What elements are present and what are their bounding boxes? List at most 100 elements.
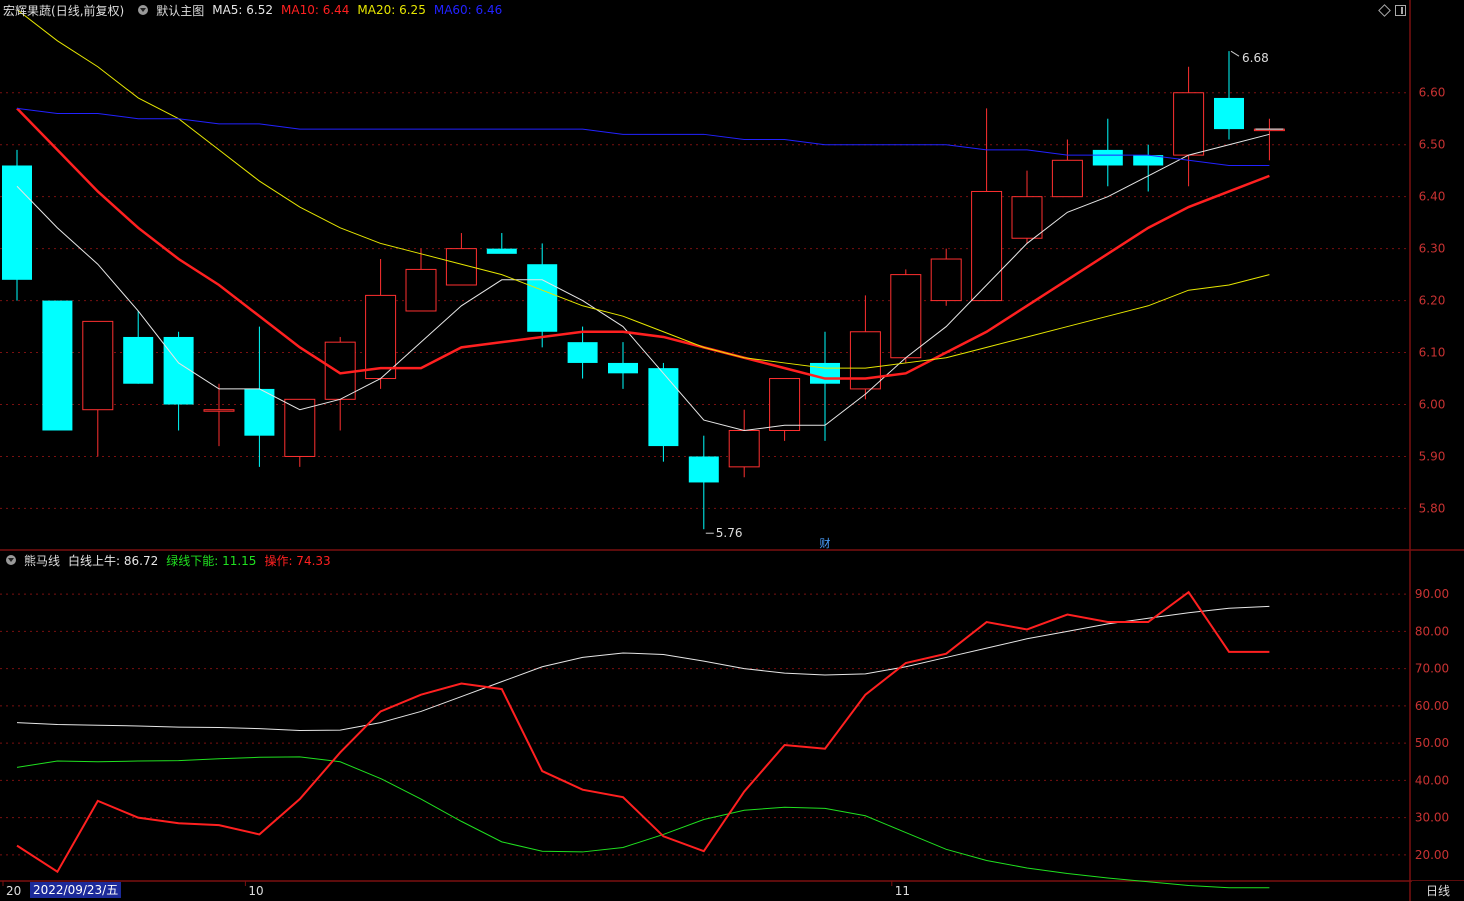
chart-mode: (日线,前复权) — [51, 3, 125, 18]
candle — [405, 248, 437, 312]
candle-body — [82, 320, 114, 411]
template-dropdown-icon[interactable] — [138, 5, 149, 15]
month-label: 11 — [895, 884, 910, 898]
candle-body — [1011, 196, 1043, 239]
month-label: 20 — [6, 884, 21, 898]
candle-body — [688, 456, 719, 483]
candle-body — [203, 409, 235, 412]
price-tick-label: 6.00 — [1419, 398, 1446, 412]
main-chart-header: 宏辉果蔬 (日线,前复权) 默认主图 MA5: 6.52 MA10: 6.44 MA… — [0, 0, 518, 20]
candle-body — [648, 368, 679, 447]
candle — [2, 149, 32, 301]
indicator-name[interactable]: 熊马线 — [24, 552, 60, 569]
indicator-tick-label: 40.00 — [1415, 773, 1449, 787]
ma-legend-item-2: MA20: 6.25 — [357, 3, 426, 17]
candle-body — [1214, 97, 1244, 130]
indicator-tick-label: 70.00 — [1415, 662, 1449, 676]
candle — [1092, 118, 1123, 187]
candle-body — [405, 268, 437, 312]
indicator-legend-item-2: 操作: 74.33 — [264, 553, 331, 568]
indicator-line-绿线下能 — [16, 756, 1270, 889]
stock-chart[interactable]: 5.80 5.90 6.00 6.10 6.20 6.30 6.40 6.50 6.60 20.0… — [0, 0, 1464, 901]
price-tick-label: 5.80 — [1419, 501, 1446, 515]
indicator-tick-label: 50.00 — [1415, 736, 1449, 750]
candle-body — [2, 165, 32, 280]
candle — [244, 326, 275, 467]
candle-body — [567, 342, 598, 363]
indicator-tick-label: 30.00 — [1415, 811, 1449, 825]
candle — [810, 331, 840, 441]
price-tick-label: 6.60 — [1419, 86, 1446, 100]
stock-name: 宏辉果蔬 — [3, 3, 52, 18]
candle — [82, 320, 114, 457]
candle — [971, 108, 1003, 302]
indicator-tick-label: 60.00 — [1415, 699, 1449, 713]
indicator-legend: 白线上牛: 86.72 绿线下能: 11.15 操作: 74.33 — [68, 552, 339, 569]
candle — [849, 295, 881, 400]
price-tick-label: 6.30 — [1419, 242, 1446, 256]
panel-toggle-icon[interactable] — [1395, 5, 1406, 16]
indicator-tick-label: 90.00 — [1415, 587, 1449, 601]
price-tick-label: 6.10 — [1419, 346, 1446, 360]
ma-line-MA10 — [16, 107, 1270, 380]
candle-body — [42, 300, 73, 431]
candle-body — [728, 429, 760, 468]
candle — [1133, 144, 1164, 192]
candle-body — [971, 190, 1003, 302]
price-tick-label: 6.20 — [1419, 294, 1446, 308]
candle — [527, 243, 558, 348]
indicator-line-操作 — [16, 590, 1270, 874]
ma-legend: MA5: 6.52 MA10: 6.44 MA20: 6.25 MA60: 6.46 — [212, 3, 510, 17]
period-tab[interactable]: 日线 — [1412, 881, 1464, 901]
candle-body — [123, 336, 154, 384]
candle — [324, 336, 356, 431]
financial-report-marker: 财 — [820, 536, 831, 550]
candle — [1173, 66, 1205, 187]
candle-body — [1051, 159, 1083, 198]
low-price-label: 5.76 — [716, 526, 743, 540]
price-tick-label: 5.90 — [1419, 449, 1446, 463]
candle-body — [365, 294, 397, 380]
candle — [163, 331, 194, 431]
high-price-label: 6.68 — [1242, 51, 1269, 65]
template-name[interactable]: 默认主图 — [156, 2, 204, 19]
candle — [203, 383, 235, 447]
month-label: 10 — [248, 884, 263, 898]
candle-body — [244, 388, 275, 436]
candles-group — [2, 51, 1285, 530]
candle — [930, 248, 962, 306]
indicator-dropdown-icon[interactable] — [6, 555, 16, 565]
candle — [1011, 170, 1043, 244]
indicator-header: 熊马线 白线上牛: 86.72 绿线下能: 11.15 操作: 74.33 — [0, 550, 347, 570]
candle — [1253, 118, 1285, 161]
candle-body — [284, 398, 316, 457]
candle — [123, 310, 154, 384]
price-tick-label: 6.50 — [1419, 138, 1446, 152]
candle — [769, 378, 801, 441]
candle — [688, 435, 719, 530]
candle — [648, 362, 679, 462]
diamond-icon[interactable] — [1378, 4, 1391, 17]
candle — [1051, 139, 1083, 198]
candle-body — [163, 336, 194, 405]
ma-legend-item-0: MA5: 6.52 — [212, 3, 273, 17]
candle — [890, 269, 922, 363]
candle — [608, 342, 638, 389]
ma-legend-item-3: MA60: 6.46 — [433, 3, 503, 17]
candle — [486, 233, 517, 254]
candle-body — [810, 362, 840, 384]
candle-body — [930, 258, 962, 302]
candle-body — [527, 264, 558, 332]
candle-body — [769, 378, 801, 431]
candle — [728, 409, 760, 478]
candle — [445, 233, 477, 286]
indicator-legend-item-0: 白线上牛: 86.72 — [68, 553, 159, 568]
candle-body — [486, 248, 517, 254]
ma-line-MA60 — [16, 107, 1270, 166]
candle-body — [1092, 149, 1123, 166]
indicator-legend-item-1: 绿线下能: 11.15 — [166, 553, 257, 568]
chart-controls — [1378, 3, 1406, 17]
indicator-tick-label: 20.00 — [1415, 848, 1449, 862]
candle — [1214, 51, 1244, 140]
ma-legend-item-1: MA10: 6.44 — [281, 3, 350, 17]
